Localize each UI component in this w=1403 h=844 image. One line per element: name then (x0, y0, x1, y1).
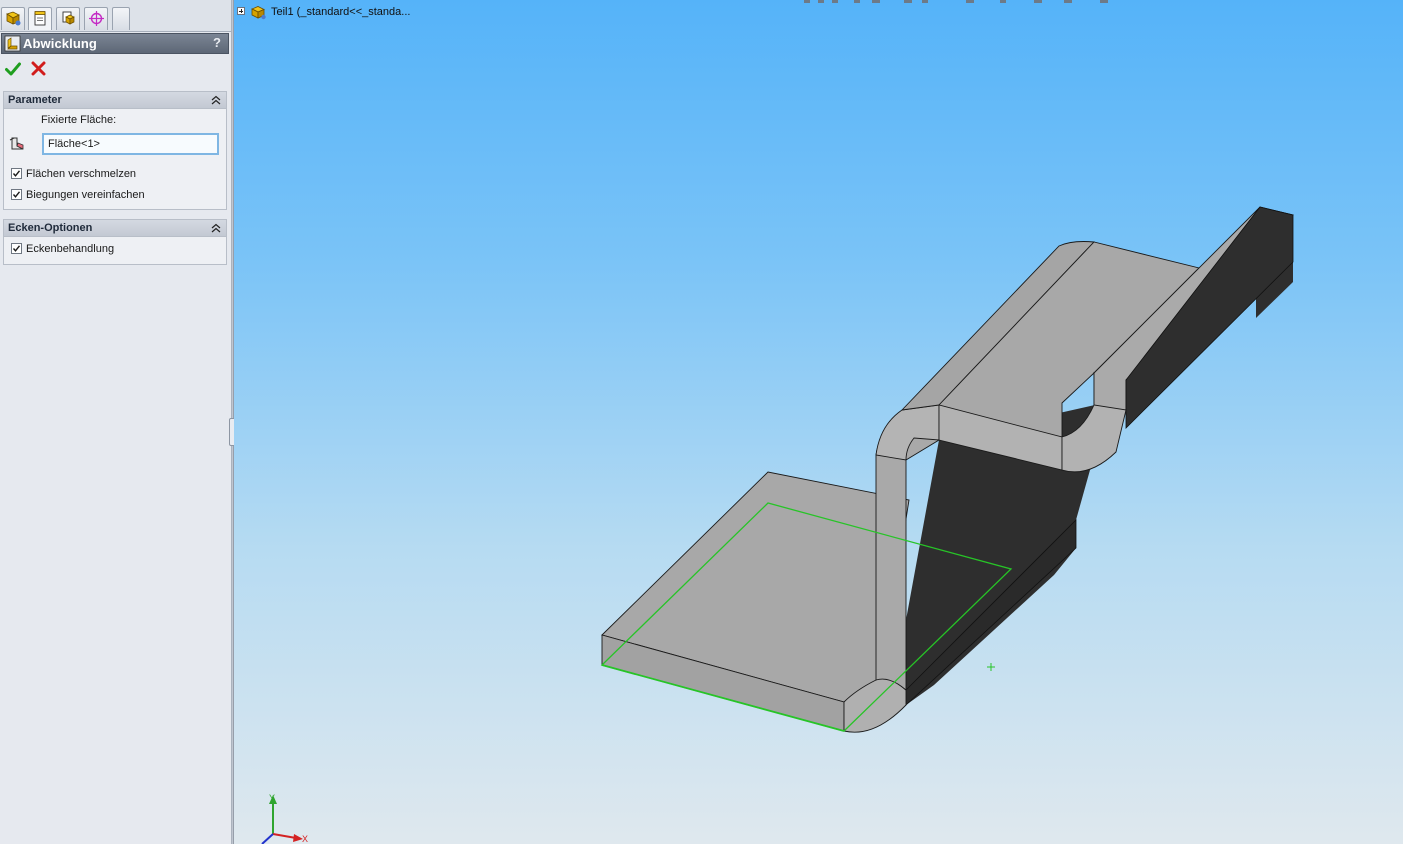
parameter-group-title: Parameter (8, 94, 62, 106)
configuration-manager-tab[interactable] (56, 7, 80, 30)
corner-treatment-label: Eckenbehandlung (26, 243, 115, 255)
sheet-metal-part-model[interactable] (234, 0, 1403, 844)
collapse-chevron-icon[interactable] (211, 95, 221, 105)
checkmark-icon (5, 62, 21, 76)
simplify-bends-label: Biegungen vereinfachen (26, 189, 145, 201)
check-icon (12, 170, 21, 177)
simplify-bends-checkbox[interactable] (11, 189, 22, 200)
property-manager-panel: Abwicklung ? Parameter Fixierte Fläche: (0, 0, 231, 844)
feature-tree-icon (6, 11, 21, 26)
corner-options-group-title: Ecken-Optionen (8, 222, 93, 234)
collapse-chevron-icon[interactable] (211, 223, 221, 233)
help-button[interactable]: ? (213, 35, 221, 50)
corner-treatment-checkbox[interactable] (11, 243, 22, 254)
configuration-icon (62, 11, 75, 25)
empty-tab[interactable] (112, 7, 130, 30)
property-manager-tab[interactable] (28, 7, 52, 30)
manager-tab-strip (0, 0, 231, 32)
fixed-face-label: Fixierte Fläche: (41, 114, 117, 126)
x-icon (31, 61, 46, 76)
feature-manager-tab[interactable] (1, 7, 25, 30)
check-icon (12, 191, 21, 198)
x-axis-label: X (302, 834, 308, 844)
ok-button[interactable] (5, 61, 21, 77)
check-icon (12, 245, 21, 252)
solidworks-window: Abwicklung ? Parameter Fixierte Fläche: (0, 0, 1403, 844)
face-selection-icon (9, 137, 24, 150)
feature-title: Abwicklung (23, 36, 97, 51)
target-crosshair-icon (89, 11, 104, 26)
merge-faces-label: Flächen verschmelzen (26, 168, 137, 180)
z-axis-line (261, 833, 274, 844)
parameter-group-header[interactable]: Parameter (4, 92, 226, 109)
cancel-button[interactable] (31, 61, 46, 76)
corner-options-group: Ecken-Optionen Eckenbehandlung (3, 219, 227, 265)
coordinate-triad: Y X (261, 793, 308, 844)
dimxpert-manager-tab[interactable] (84, 7, 108, 30)
origin-cross-icon (987, 663, 995, 671)
graphics-area[interactable]: Teil1 (_standard<<_standa... Y X (234, 0, 1403, 844)
x-axis-line (272, 833, 297, 839)
property-sheet-icon (34, 11, 46, 26)
y-axis-label: Y (269, 793, 275, 803)
property-manager-title-bar: Abwicklung ? (1, 33, 229, 54)
corner-options-group-header[interactable]: Ecken-Optionen (4, 220, 226, 237)
parameter-group: Parameter Fixierte Fläche: Fläche<1> Flä… (3, 91, 227, 210)
merge-faces-checkbox[interactable] (11, 168, 22, 179)
fixed-face-selection-box[interactable]: Fläche<1> (42, 133, 219, 155)
flatten-feature-icon (4, 35, 21, 52)
